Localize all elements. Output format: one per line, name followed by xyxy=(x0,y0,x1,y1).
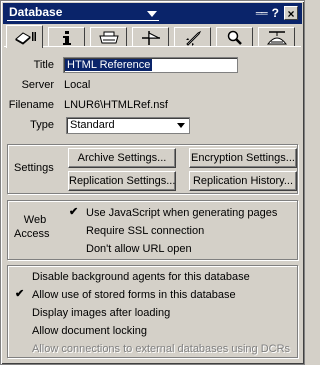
checkbox-box xyxy=(67,224,80,237)
tab-printer[interactable] xyxy=(90,27,127,47)
checkbox-label: Display images after loading xyxy=(32,306,171,319)
info-i-icon xyxy=(62,30,71,45)
tab-launch[interactable] xyxy=(174,27,211,47)
disable-background-agents-checkbox[interactable]: Disable background agents for this datab… xyxy=(13,270,250,283)
allow-document-locking-checkbox[interactable]: Allow document locking xyxy=(13,324,147,337)
chevron-down-icon xyxy=(147,11,157,17)
pin-icon[interactable]: ══ xyxy=(256,6,268,20)
checkbox-label: Require SSL connection xyxy=(86,224,205,237)
checkbox-box xyxy=(13,342,26,355)
allow-dcr-connections-checkbox: Allow connections to external databases … xyxy=(13,342,290,355)
use-javascript-checkbox[interactable]: ✔ Use JavaScript when generating pages xyxy=(67,206,277,219)
allow-stored-forms-checkbox[interactable]: ✔ Allow use of stored forms in this data… xyxy=(13,288,236,301)
title-input-value: HTML Reference xyxy=(65,59,153,71)
archive-settings-button[interactable]: Archive Settings... xyxy=(68,148,176,168)
checkbox-label: Allow document locking xyxy=(32,324,147,337)
checkbox-box xyxy=(13,324,26,337)
close-icon[interactable]: × xyxy=(284,6,298,21)
web-access-label-line1: Web xyxy=(23,214,47,226)
info-book-icon xyxy=(14,32,36,45)
tab-strip xyxy=(4,25,301,48)
checkbox-label: Allow use of stored forms in this databa… xyxy=(32,288,236,301)
check-icon: ✔ xyxy=(15,288,25,300)
web-access-label-line2: Access xyxy=(14,228,50,240)
checkbox-box: ✔ xyxy=(67,206,80,219)
filename-label: Filename xyxy=(8,99,54,111)
require-ssl-checkbox[interactable]: Require SSL connection xyxy=(67,224,204,237)
settings-group: Settings Archive Settings... Encryption … xyxy=(7,144,298,194)
propeller-hat-icon xyxy=(266,30,287,44)
tab-full-text[interactable] xyxy=(216,27,253,47)
checkbox-box xyxy=(13,270,26,283)
properties-type-label: Database xyxy=(9,5,63,19)
checkbox-label: Don't allow URL open xyxy=(86,242,192,255)
encryption-settings-button[interactable]: Encryption Settings... xyxy=(189,148,297,168)
checkbox-label: Disable background agents for this datab… xyxy=(32,270,250,283)
tab-panel-basics: Title HTML Reference Server Local Filena… xyxy=(4,46,301,361)
web-access-group: Web Access ✔ Use JavaScript when generat… xyxy=(7,200,298,260)
database-options-group: Disable background agents for this datab… xyxy=(7,265,298,358)
check-icon: ✔ xyxy=(69,206,79,218)
help-icon[interactable]: ? xyxy=(272,6,279,20)
title-bar: Database ══ ? × xyxy=(3,3,302,24)
disallow-url-open-checkbox[interactable]: Don't allow URL open xyxy=(67,242,192,255)
display-images-after-loading-checkbox[interactable]: Display images after loading xyxy=(13,306,170,319)
printer-icon xyxy=(98,31,119,43)
replication-settings-button[interactable]: Replication Settings... xyxy=(68,171,176,191)
tab-info[interactable] xyxy=(48,27,85,47)
magnifier-icon xyxy=(227,30,242,45)
checkbox-box xyxy=(67,242,80,255)
rocket-icon xyxy=(185,30,201,46)
server-value: Local xyxy=(64,79,91,91)
filename-value: LNUR6\HTMLRef.nsf xyxy=(64,99,168,111)
settings-label: Settings xyxy=(14,162,54,174)
server-label: Server xyxy=(21,79,54,91)
properties-type-selector[interactable]: Database xyxy=(7,5,159,21)
checkbox-label: Allow connections to external databases … xyxy=(32,342,291,355)
checkbox-box: ✔ xyxy=(13,288,26,301)
checkbox-label: Use JavaScript when generating pages xyxy=(86,206,278,219)
chevron-down-icon xyxy=(177,123,185,128)
tab-advanced[interactable] xyxy=(258,27,295,47)
type-label: Type xyxy=(30,119,54,131)
database-properties-window: Database ══ ? × Title HTML Reference Ser… xyxy=(0,0,305,365)
title-label: Title xyxy=(33,59,54,71)
tab-basics[interactable] xyxy=(6,25,43,48)
type-select-value: Standard xyxy=(70,119,115,131)
title-input[interactable]: HTML Reference xyxy=(63,57,238,73)
checkbox-box xyxy=(13,306,26,319)
type-select[interactable]: Standard xyxy=(66,117,190,134)
design-icon xyxy=(141,30,160,45)
tab-design[interactable] xyxy=(132,27,169,47)
replication-history-button[interactable]: Replication History... xyxy=(189,171,297,191)
